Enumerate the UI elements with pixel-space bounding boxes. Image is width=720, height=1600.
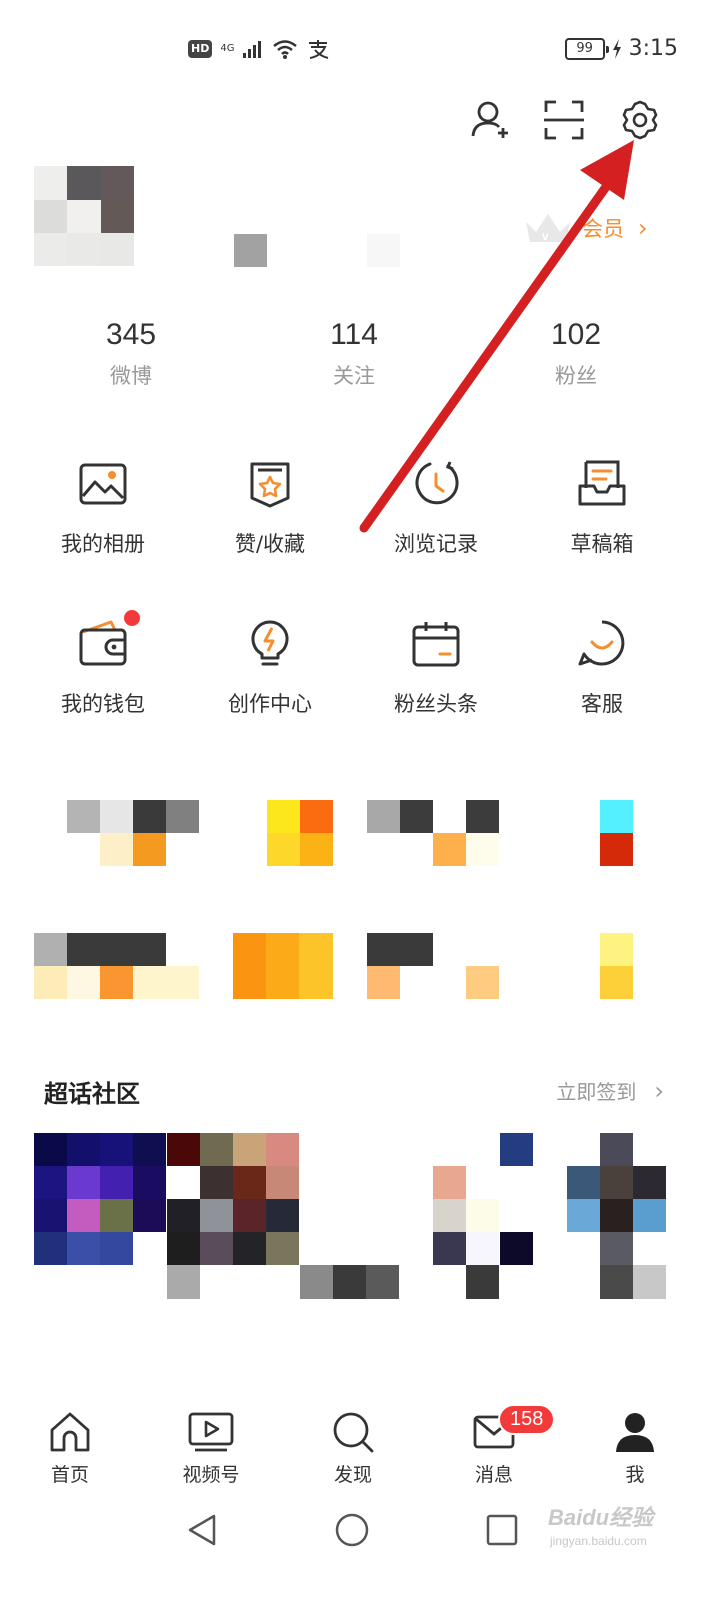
nav-label: 发现 [333,1464,372,1486]
watermark-url: jingyan.baidu.com [550,1534,647,1548]
message-count-badge: 158 [498,1404,556,1435]
nav-home[interactable]: 首页 [20,1410,120,1487]
recents-icon[interactable] [484,1512,520,1548]
back-icon[interactable] [184,1512,220,1548]
annotation-arrow [359,140,634,533]
nav-label: 我 [625,1464,645,1486]
home-icon [50,1412,90,1452]
bottom-navigation: 首页 视频号 发现 消息 我 [0,1400,720,1490]
profile-icon [616,1413,654,1452]
discover-icon [333,1412,374,1453]
home-button-icon[interactable] [334,1512,370,1548]
nav-video[interactable]: 视频号 [161,1410,261,1487]
nav-discover[interactable]: 发现 [303,1410,403,1487]
nav-label: 消息 [474,1464,513,1486]
baidu-watermark: Baidu经验 jingyan.baidu.com [540,1496,690,1556]
nav-me[interactable]: 我 [585,1410,685,1487]
nav-label: 视频号 [182,1464,240,1486]
nav-label: 首页 [50,1464,89,1486]
video-icon [188,1412,234,1452]
watermark-brand: Baidu经验 [548,1505,654,1530]
